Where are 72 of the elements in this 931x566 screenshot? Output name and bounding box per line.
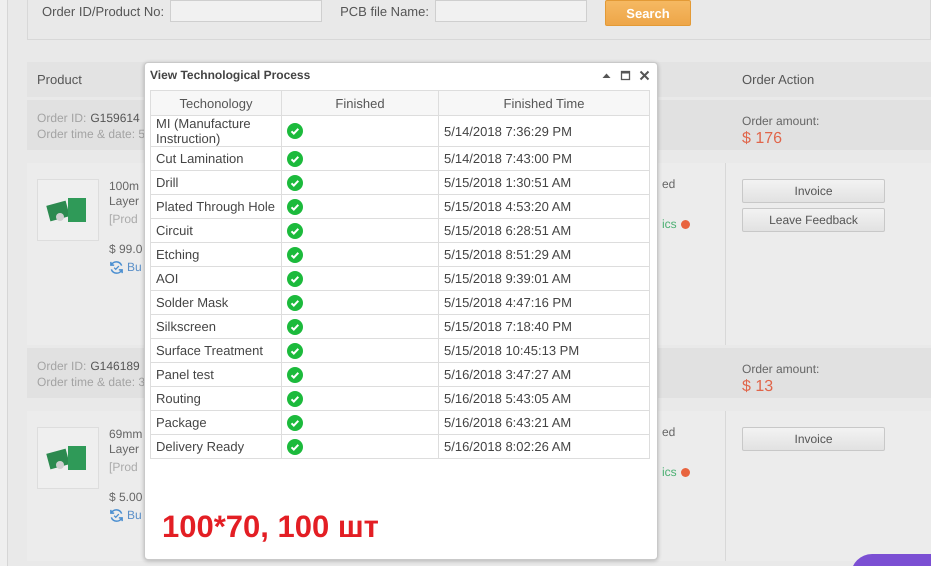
- product-price: $ 5.00: [109, 490, 142, 505]
- table-cell: 5/16/2018 3:47:27 AM: [438, 362, 650, 386]
- table-cell: 5/15/2018 4:53:20 AM: [438, 194, 650, 218]
- product-title: 69mm: [109, 427, 142, 442]
- order-id-label: Order ID:: [37, 358, 86, 374]
- column-header: Techonology: [150, 90, 282, 116]
- refresh-icon: [109, 508, 124, 523]
- table-cell: Surface Treatment: [150, 338, 282, 362]
- status-dot: [680, 468, 690, 476]
- order-id: G146189: [90, 358, 140, 374]
- invoice-button[interactable]: Invoice: [742, 179, 885, 203]
- order-amount: $ 13: [742, 378, 774, 396]
- table-cell: 5/15/2018 8:51:29 AM: [438, 242, 650, 266]
- table-cell: 5/15/2018 7:18:40 PM: [438, 314, 650, 338]
- table-cell: 5/15/2018 1:30:51 AM: [438, 170, 650, 194]
- refresh-icon: [109, 260, 124, 275]
- table-cell: Delivery Ready: [150, 434, 282, 458]
- table-cell: 5/15/2018 10:45:13 PM: [438, 338, 650, 362]
- table-cell: 5/15/2018 9:39:01 AM: [438, 266, 650, 290]
- product-layer: Layer: [109, 442, 140, 457]
- rebuy-link[interactable]: Bu: [127, 508, 142, 523]
- search-button[interactable]: Search: [604, 0, 691, 26]
- input-field[interactable]: [170, 0, 322, 22]
- table-cell: Package: [150, 410, 282, 434]
- order-status: ed: [662, 425, 676, 439]
- rebuy-link[interactable]: Bu: [127, 260, 142, 275]
- table-cell: Solder Mask: [150, 290, 282, 314]
- feedback-button[interactable]: Leave Feedback: [742, 208, 885, 232]
- input-field[interactable]: [434, 0, 587, 22]
- amount-label: Order amount:: [742, 362, 820, 376]
- table-cell: 5/15/2018 4:47:16 PM: [438, 290, 650, 314]
- pcb-photo: [37, 427, 99, 489]
- order-amount: $ 176: [742, 130, 784, 148]
- table-cell: AOI: [150, 266, 282, 290]
- amount-label: Order amount:: [742, 114, 820, 128]
- logistics-link[interactable]: ics: [662, 465, 677, 479]
- order-id-label: Order ID:: [37, 110, 86, 126]
- table-cell: Etching: [150, 242, 282, 266]
- dialog-title: View Technological Process: [150, 68, 310, 82]
- table-cell: Circuit: [150, 218, 282, 242]
- product-title: 100m: [109, 179, 140, 194]
- table-cell: 5/15/2018 6:28:51 AM: [438, 218, 650, 242]
- table-cell: MI (Manufacture Instruction): [150, 116, 282, 146]
- logistics-link[interactable]: ics: [662, 217, 677, 231]
- column-header: Finished: [282, 90, 438, 116]
- table-cell: 5/16/2018 8:02:26 AM: [438, 434, 650, 458]
- table-cell: 5/14/2018 7:36:29 PM: [438, 116, 650, 146]
- table-cell: 5/16/2018 6:43:21 AM: [438, 410, 650, 434]
- product-layer: Layer: [109, 194, 140, 209]
- order-id: G159614: [90, 110, 140, 126]
- field-label: Order ID/Product No:: [42, 4, 164, 19]
- status-dot: [680, 220, 690, 228]
- pcb-photo: [37, 179, 99, 241]
- table-cell: 5/16/2018 5:43:05 AM: [438, 386, 650, 410]
- table-cell: 5/14/2018 7:43:00 PM: [438, 146, 650, 170]
- table-cell: Plated Through Hole: [150, 194, 282, 218]
- table-cell: Routing: [150, 386, 282, 410]
- invoice-button[interactable]: Invoice: [742, 427, 885, 451]
- annotation-text: 100*70, 100 шт: [162, 509, 380, 545]
- field-label: PCB file Name:: [340, 4, 429, 19]
- product-info: [Prod: [109, 460, 139, 475]
- table-cell: Cut Lamination: [150, 146, 282, 170]
- table-cell: Panel test: [150, 362, 282, 386]
- order-status: ed: [662, 177, 676, 191]
- column-header: Finished Time: [438, 90, 650, 116]
- table-cell: Drill: [150, 170, 282, 194]
- column-header: Order Action: [726, 62, 931, 97]
- maximize-icon[interactable]: [620, 70, 631, 80]
- table-cell: Silkscreen: [150, 314, 282, 338]
- product-info: [Prod: [109, 212, 139, 227]
- product-price: $ 99.0: [109, 242, 142, 257]
- close-icon[interactable]: [639, 70, 650, 80]
